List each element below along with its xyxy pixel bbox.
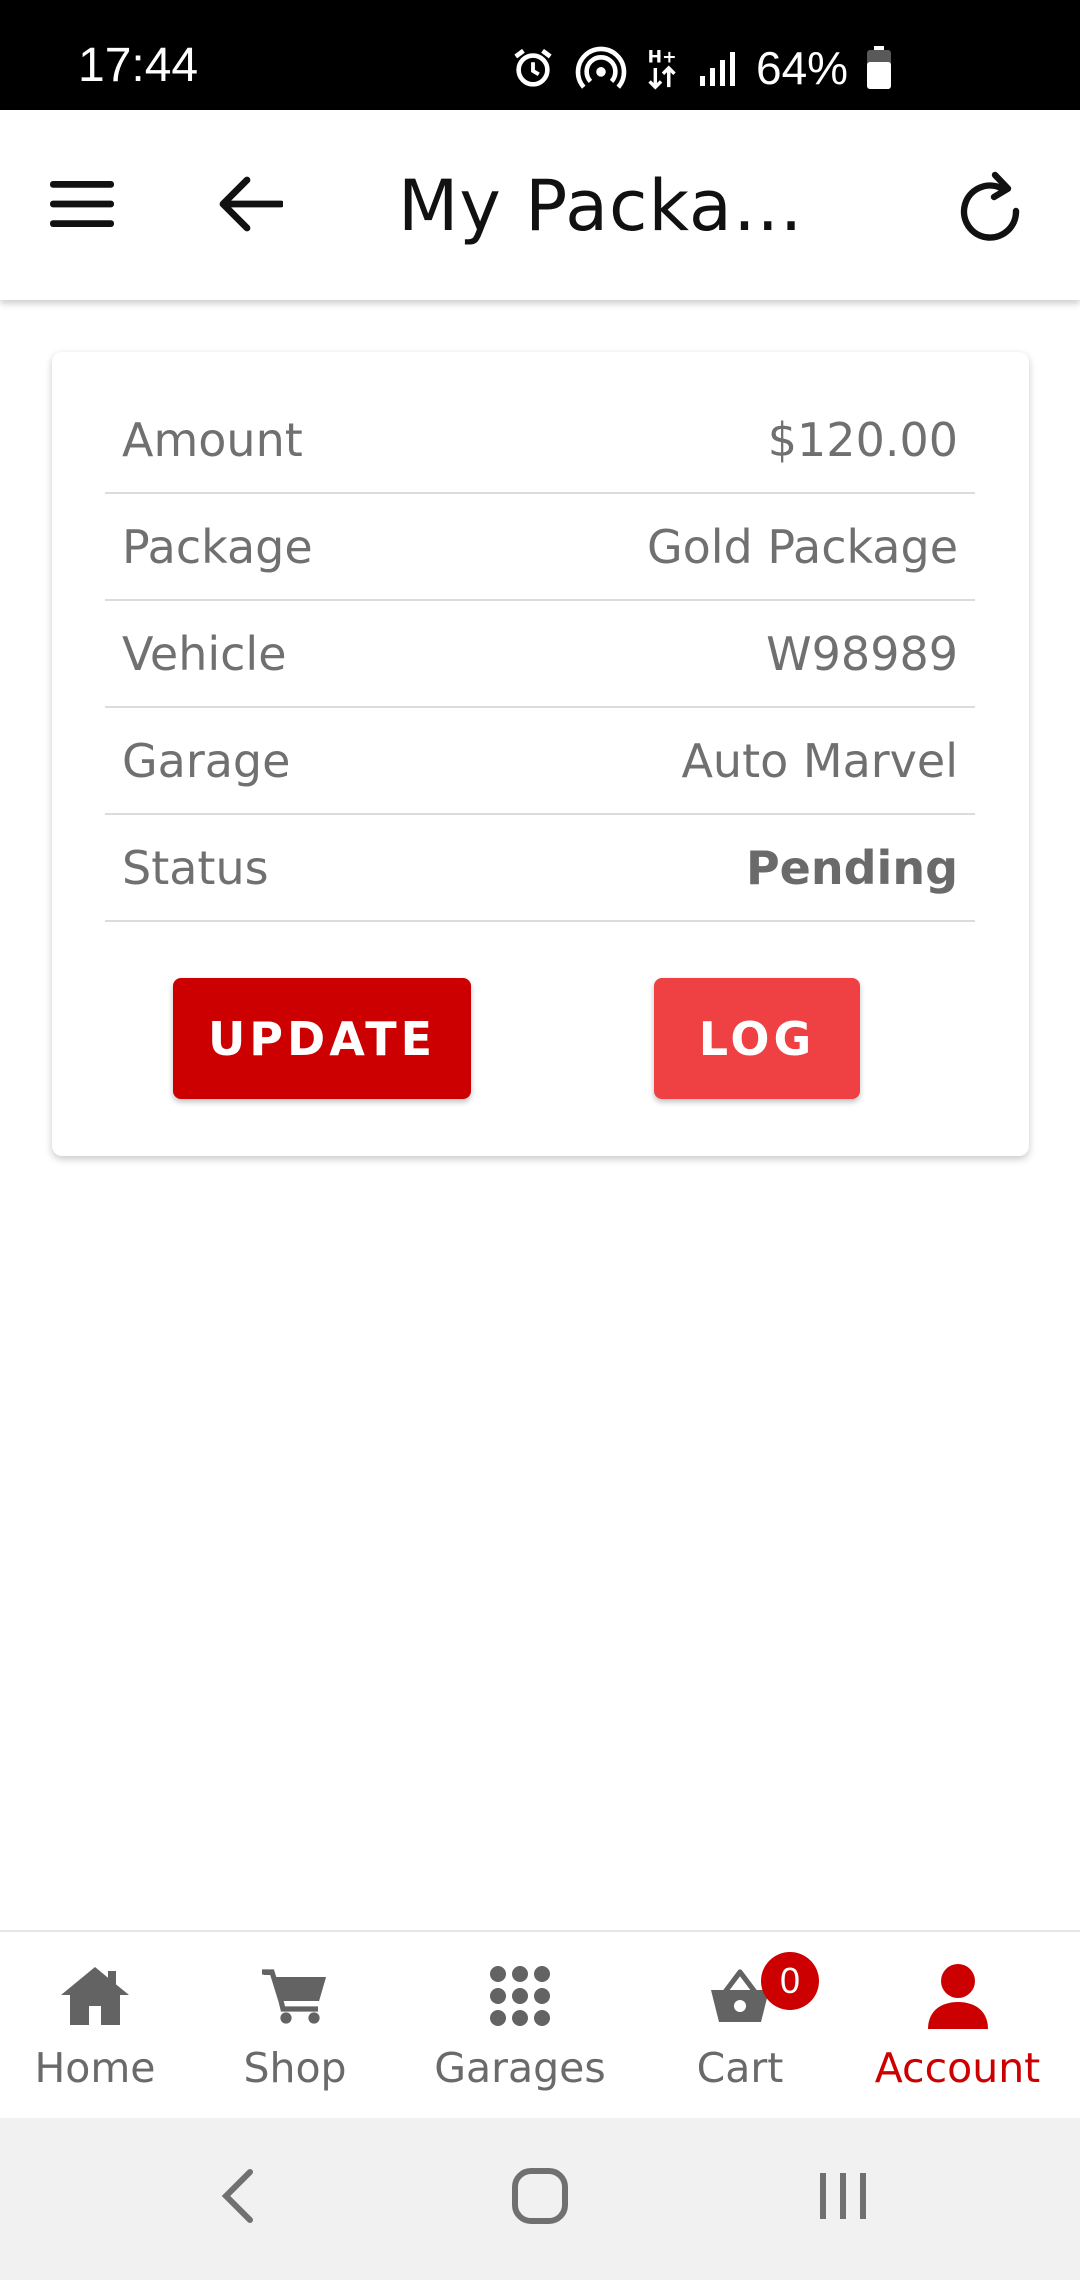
- refresh-icon: [957, 171, 1023, 249]
- back-button[interactable]: [200, 156, 300, 256]
- system-back-button[interactable]: [198, 2163, 278, 2233]
- status-value: Pending: [745, 840, 958, 895]
- home-icon: [59, 1960, 131, 2032]
- nav-garages[interactable]: Garages: [420, 1932, 620, 2120]
- row-status: Status Pending: [105, 815, 975, 922]
- nav-home-label: Home: [34, 2044, 156, 2092]
- nav-cart[interactable]: 0 Cart: [665, 1932, 819, 2120]
- signal-icon: [698, 48, 738, 88]
- vehicle-value: W98989: [766, 626, 958, 681]
- system-home-button[interactable]: [500, 2163, 580, 2233]
- package-details: Amount $120.00 Package Gold Package Vehi…: [105, 387, 975, 922]
- grid-icon: [488, 1960, 552, 2032]
- update-button[interactable]: UPDATE: [173, 978, 471, 1099]
- status-label: Status: [122, 840, 269, 895]
- alarm-icon: [510, 45, 556, 91]
- cart-icon: [262, 1960, 328, 2032]
- status-time: 17:44: [78, 39, 199, 92]
- row-amount: Amount $120.00: [105, 387, 975, 494]
- package-value: Gold Package: [646, 519, 958, 574]
- nav-shop-label: Shop: [243, 2044, 347, 2092]
- data-icon: H+: [646, 45, 680, 91]
- system-nav-bar: [0, 2118, 1080, 2280]
- nav-cart-label: Cart: [696, 2044, 784, 2092]
- app-bar: My Packag…: [0, 110, 1080, 300]
- system-recents-icon: [816, 2169, 870, 2227]
- battery-percent: 64%: [756, 42, 849, 94]
- amount-value: $120.00: [767, 412, 958, 467]
- garage-value: Auto Marvel: [681, 733, 958, 788]
- hotspot-icon: [574, 45, 628, 91]
- row-garage: Garage Auto Marvel: [105, 708, 975, 815]
- log-button[interactable]: LOG: [654, 978, 860, 1099]
- vehicle-label: Vehicle: [122, 626, 287, 681]
- nav-account[interactable]: Account: [860, 1932, 1055, 2120]
- menu-button[interactable]: [32, 156, 132, 256]
- system-recents-button[interactable]: [803, 2163, 883, 2233]
- package-label: Package: [122, 519, 313, 574]
- bottom-nav: Home Shop Garages 0 Cart Account: [0, 1930, 1080, 2118]
- nav-shop[interactable]: Shop: [220, 1932, 370, 2120]
- svg-text:H+: H+: [648, 47, 677, 67]
- user-icon: [926, 1960, 990, 2032]
- status-icons: H+ 64%: [510, 38, 892, 98]
- refresh-button[interactable]: [940, 160, 1040, 260]
- battery-icon: [866, 46, 892, 90]
- system-back-icon: [218, 2168, 258, 2228]
- system-home-icon: [511, 2167, 569, 2229]
- row-vehicle: Vehicle W98989: [105, 601, 975, 708]
- nav-garages-label: Garages: [434, 2044, 606, 2092]
- amount-label: Amount: [122, 412, 303, 467]
- status-bar: 17:44 H+ 64%: [0, 0, 1080, 110]
- nav-account-label: Account: [874, 2044, 1041, 2092]
- basket-icon: 0: [709, 1952, 819, 2032]
- nav-home[interactable]: Home: [20, 1932, 170, 2120]
- back-arrow-icon: [217, 174, 285, 238]
- menu-icon: [50, 179, 114, 233]
- page-title: My Packag…: [398, 165, 838, 247]
- garage-label: Garage: [122, 733, 291, 788]
- cart-badge: 0: [761, 1952, 819, 2010]
- package-card: Amount $120.00 Package Gold Package Vehi…: [52, 352, 1029, 1156]
- row-package: Package Gold Package: [105, 494, 975, 601]
